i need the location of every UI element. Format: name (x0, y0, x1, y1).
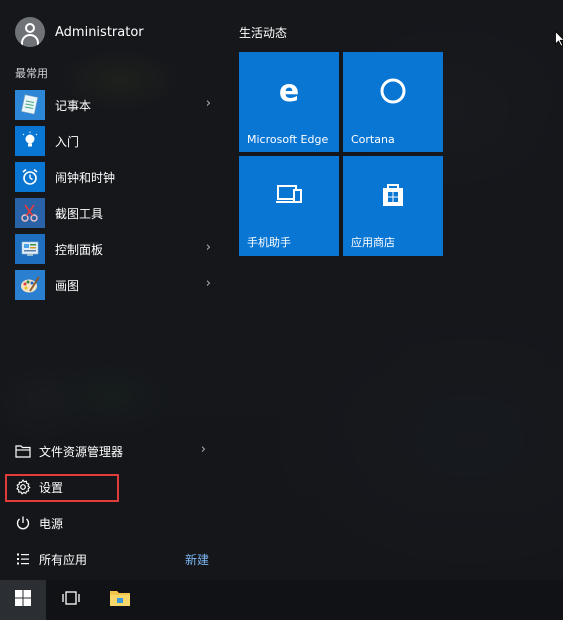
new-badge[interactable]: 新建 (185, 551, 209, 568)
most-used-heading: 最常用 (15, 67, 48, 80)
settings-highlight-box (5, 474, 119, 502)
folder-icon (14, 442, 32, 460)
store-icon (343, 180, 443, 210)
taskbar (0, 580, 563, 620)
tile-label: 手机助手 (247, 236, 291, 249)
list-item-label: 入门 (55, 134, 80, 149)
chevron-right-icon[interactable]: › (206, 240, 211, 255)
start-button[interactable] (0, 580, 46, 620)
cortana-icon (343, 76, 443, 106)
list-item-label: 记事本 (55, 98, 92, 113)
svg-text:e: e (279, 76, 299, 106)
list-item-label: 闹钟和时钟 (55, 170, 116, 185)
notepad-icon (15, 90, 45, 120)
chevron-right-icon[interactable]: › (206, 276, 211, 291)
list-icon (14, 550, 32, 568)
control-panel-icon (15, 234, 45, 264)
list-item-alarms[interactable]: 闹钟和时钟 (15, 159, 215, 195)
snipping-tool-icon (15, 198, 45, 228)
tile-microsoft-edge[interactable]: e Microsoft Edge (239, 52, 339, 152)
list-item-label: 控制面板 (55, 242, 104, 257)
phone-companion-icon (239, 180, 339, 210)
start-left-column: Administrator 最常用 记事本 › 入门 闹钟和时钟 截图工具 控制… (0, 0, 225, 580)
power-label: 电源 (39, 516, 64, 531)
edge-icon: e (239, 76, 339, 106)
power-icon (14, 514, 32, 532)
task-view-icon (61, 590, 81, 610)
start-menu: Administrator 最常用 记事本 › 入门 闹钟和时钟 截图工具 控制… (0, 0, 563, 580)
list-item-get-started[interactable]: 入门 (15, 123, 215, 159)
chevron-right-icon[interactable]: › (206, 96, 211, 111)
list-item-snipping-tool[interactable]: 截图工具 (15, 195, 215, 231)
get-started-icon (15, 126, 45, 156)
list-item-label: 截图工具 (55, 206, 104, 221)
mouse-cursor-icon (555, 30, 563, 51)
alarm-clock-icon (15, 162, 45, 192)
power-button[interactable]: 电源 (0, 505, 225, 541)
file-explorer-button[interactable]: 文件资源管理器 › (0, 433, 225, 469)
tile-label: 应用商店 (351, 236, 395, 249)
file-explorer-taskbar-button[interactable] (97, 580, 143, 620)
avatar (15, 17, 45, 47)
chevron-right-icon[interactable]: › (201, 442, 206, 457)
windows-start-icon (14, 589, 32, 611)
tile-phone-companion[interactable]: 手机助手 (239, 156, 339, 256)
file-explorer-icon (109, 589, 131, 611)
tile-label: Microsoft Edge (247, 133, 329, 146)
most-used-list: 记事本 › 入门 闹钟和时钟 截图工具 控制面板 › 画图 › (15, 87, 215, 303)
all-apps-label: 所有应用 (39, 552, 88, 567)
tile-store[interactable]: 应用商店 (343, 156, 443, 256)
start-bottom-list: 文件资源管理器 › 设置 电源 所有应用 新建 (0, 433, 225, 577)
file-explorer-label: 文件资源管理器 (39, 444, 124, 459)
tiles-group-header[interactable]: 生活动态 (239, 24, 287, 41)
all-apps-button[interactable]: 所有应用 新建 (0, 541, 225, 577)
task-view-button[interactable] (48, 580, 94, 620)
user-name: Administrator (55, 24, 144, 40)
list-item-label: 画图 (55, 278, 80, 293)
paint-icon (15, 270, 45, 300)
tile-label: Cortana (351, 133, 395, 146)
list-item-notepad[interactable]: 记事本 › (15, 87, 215, 123)
list-item-paint[interactable]: 画图 › (15, 267, 215, 303)
user-account[interactable]: Administrator (15, 16, 144, 48)
list-item-control-panel[interactable]: 控制面板 › (15, 231, 215, 267)
tile-cortana[interactable]: Cortana (343, 52, 443, 152)
